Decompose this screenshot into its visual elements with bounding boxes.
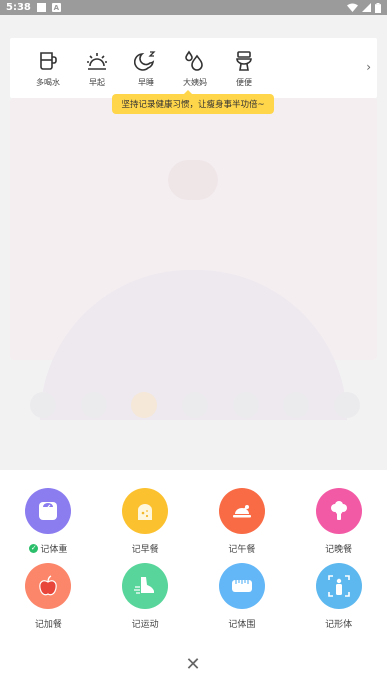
habit-label: 多喝水 (36, 77, 60, 87)
record-weight-button[interactable]: ✓ 记体重 (0, 488, 97, 555)
action-label: 记形体 (325, 619, 353, 630)
habits-bar: 多喝水 早起 早睡 大姨妈 便便 › (10, 38, 377, 98)
record-measurements-circle (218, 563, 265, 609)
notification-icon (36, 3, 46, 12)
action-label: 记体围 (228, 619, 256, 630)
shoe-icon (134, 577, 155, 594)
signal-icon (362, 3, 371, 12)
toast-icon (138, 504, 153, 520)
habit-label: 早起 (89, 77, 105, 87)
apple-icon (39, 575, 58, 596)
record-dinner-button[interactable]: 记晚餐 (290, 488, 387, 555)
habit-label: 早睡 (138, 77, 154, 87)
habit-label: 便便 (236, 77, 252, 87)
action-label: 记加餐 (34, 619, 62, 630)
record-snack-circle (25, 563, 72, 609)
status-time: 5:38 (6, 2, 31, 13)
record-lunch-label: 记午餐 (228, 542, 256, 555)
sunrise-icon (87, 52, 107, 70)
moon-icon (134, 50, 156, 71)
tooltip-text: 坚持记录健康习惯，让瘦身事半功倍~ (121, 100, 265, 110)
habit-tooltip: 坚持记录健康习惯，让瘦身事半功倍~ (112, 90, 274, 114)
record-weight-circle (25, 488, 72, 534)
tape-icon (231, 580, 252, 592)
habit-period[interactable]: 大姨妈 (171, 49, 219, 88)
action-label: 记体重 (40, 544, 68, 555)
chicken-icon (232, 505, 251, 518)
habit-drink-water[interactable]: 多喝水 (24, 49, 72, 88)
record-breakfast-label: 记早餐 (131, 542, 159, 555)
close-icon[interactable]: ✕ (182, 653, 204, 675)
action-label: 记早餐 (131, 544, 159, 555)
droplets-icon (185, 50, 203, 71)
record-snack-button[interactable]: 记加餐 (0, 563, 97, 630)
record-dinner-circle (315, 488, 362, 534)
wifi-icon (347, 3, 358, 12)
record-dinner-label: 记晚餐 (325, 542, 353, 555)
app-notification-icon: A (51, 3, 61, 12)
checkmark-icon: ✓ (29, 543, 39, 553)
habit-early-rise[interactable]: 早起 (73, 49, 121, 88)
record-breakfast-button[interactable]: 记早餐 (97, 488, 194, 555)
record-exercise-circle (122, 563, 169, 609)
record-lunch-button[interactable]: 记午餐 (194, 488, 291, 555)
record-exercise-label: 记运动 (131, 617, 159, 630)
background-week-dots (30, 392, 360, 418)
toilet-icon (236, 50, 252, 71)
battery-icon (375, 2, 381, 13)
scale-icon (39, 502, 58, 520)
record-body-shape-label: 记形体 (325, 617, 353, 630)
habit-poop[interactable]: 便便 (220, 49, 268, 88)
body-icon (327, 575, 350, 597)
record-weight-label: ✓ 记体重 (29, 542, 68, 555)
action-label: 记运动 (131, 619, 159, 630)
status-bar: 5:38 A (0, 0, 387, 15)
broccoli-icon (330, 501, 347, 520)
record-body-shape-button[interactable]: 记形体 (290, 563, 387, 630)
action-label: 记晚餐 (325, 544, 353, 555)
habit-label: 大姨妈 (183, 77, 207, 87)
record-measurements-button[interactable]: 记体围 (194, 563, 291, 630)
record-lunch-circle (218, 488, 265, 534)
record-body-shape-circle (315, 563, 362, 609)
record-breakfast-circle (122, 488, 169, 534)
action-label: 记午餐 (228, 544, 256, 555)
background-figure (168, 160, 218, 200)
record-measurements-label: 记体围 (228, 617, 256, 630)
habit-early-sleep[interactable]: 早睡 (122, 49, 170, 88)
cup-icon (40, 51, 57, 70)
chevron-right-icon[interactable]: › (366, 60, 371, 74)
record-exercise-button[interactable]: 记运动 (97, 563, 194, 630)
record-snack-label: 记加餐 (34, 617, 62, 630)
record-actions-grid: ✓ 记体重 记早餐 记午餐 记晚餐 记加餐 记运动 记体围 记形体 (0, 488, 387, 630)
